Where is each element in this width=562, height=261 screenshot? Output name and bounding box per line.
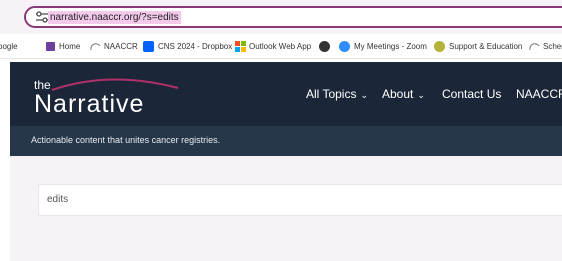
chevron-down-icon: ⌄	[417, 90, 425, 100]
site-header: the Narrative All Topics ⌄ About ⌄ Contact…	[10, 62, 562, 126]
bookmark-label: Support & Education	[449, 42, 523, 51]
tagline-bar: Actionable content that unites cancer re…	[10, 126, 562, 156]
bookmark-label: oogle	[0, 42, 18, 51]
bookmark-support[interactable]: Support & Education	[434, 40, 522, 53]
bookmark-label: Schem	[543, 42, 562, 51]
bookmark-naaccr[interactable]: NAACCR	[90, 40, 138, 53]
nav-label: All Topics	[306, 87, 357, 101]
nav-naaccr[interactable]: NAACCR	[516, 87, 562, 101]
url-text[interactable]: narrative.naaccr.org/?s=edits	[48, 11, 181, 24]
bookmark-cns-dropbox[interactable]: CNS 2024 - Dropbox	[143, 40, 232, 53]
search-query-text[interactable]: edits	[47, 194, 68, 205]
nav-label: About	[382, 87, 414, 101]
address-bar[interactable]: narrative.naaccr.org/?s=edits	[24, 6, 562, 28]
nav-about[interactable]: About ⌄	[382, 87, 425, 101]
browser-toolbar: narrative.naaccr.org/?s=edits	[0, 0, 562, 34]
nav-label: NAACCR	[516, 87, 562, 101]
bookmark-home[interactable]: Home	[46, 40, 80, 53]
bookmark-schem[interactable]: Schem	[529, 40, 562, 53]
support-icon	[434, 41, 445, 53]
bookmark-outlook[interactable]: Outlook Web App	[235, 40, 311, 53]
bookmark-label: Home	[59, 42, 81, 51]
nav-all-topics[interactable]: All Topics ⌄	[306, 87, 368, 101]
bookmark-label: My Meetings - Zoom	[354, 42, 427, 51]
bookmarks-bar: oogle Home NAACCR CNS 2024 - Dropbox Out…	[0, 34, 562, 59]
naaccr-logo-icon	[529, 43, 540, 51]
site-settings-icon[interactable]	[35, 11, 49, 23]
bookmark-label: Outlook Web App	[249, 42, 312, 51]
site-tagline: Actionable content that unites cancer re…	[31, 135, 221, 145]
bookmark-label: CNS 2024 - Dropbox	[158, 42, 233, 51]
globe-icon	[319, 41, 330, 53]
nav-label: Contact Us	[442, 87, 502, 101]
home-bookmark-icon	[46, 42, 55, 52]
site-logo[interactable]: Narrative	[34, 90, 144, 119]
zoom-icon	[339, 41, 350, 53]
main-content: edits	[10, 156, 562, 261]
search-input[interactable]: edits	[38, 184, 562, 216]
bookmark-zoom[interactable]: My Meetings - Zoom	[339, 40, 427, 53]
bookmark-globe[interactable]	[319, 40, 334, 53]
naaccr-logo-icon	[90, 43, 101, 51]
nav-contact[interactable]: Contact Us	[442, 87, 501, 101]
bookmark-label: NAACCR	[104, 42, 138, 51]
dropbox-icon	[143, 41, 154, 53]
chevron-down-icon: ⌄	[360, 90, 369, 100]
microsoft-icon	[235, 41, 246, 53]
bookmark-google[interactable]: oogle	[0, 40, 18, 53]
